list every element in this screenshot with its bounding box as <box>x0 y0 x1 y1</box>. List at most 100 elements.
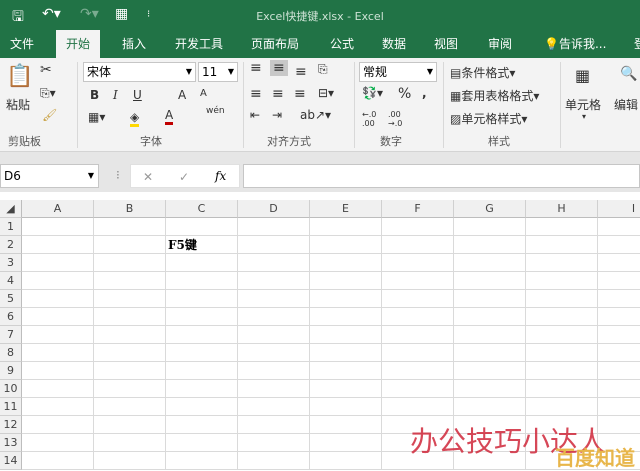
cell-G8[interactable] <box>454 344 526 362</box>
cell-G11[interactable] <box>454 398 526 416</box>
cell-B13[interactable] <box>94 434 166 452</box>
cell-B10[interactable] <box>94 380 166 398</box>
row-header-9[interactable]: 9 <box>0 362 22 380</box>
paste-button[interactable]: 粘贴 <box>6 96 30 113</box>
cell-H4[interactable] <box>526 272 598 290</box>
row-header-4[interactable]: 4 <box>0 272 22 290</box>
column-header-H[interactable]: H <box>526 200 598 218</box>
row-header-6[interactable]: 6 <box>0 308 22 326</box>
tab-formulas[interactable]: 公式 <box>322 30 362 58</box>
column-header-G[interactable]: G <box>454 200 526 218</box>
cell-G5[interactable] <box>454 290 526 308</box>
cell-C11[interactable] <box>166 398 238 416</box>
font-name-select[interactable]: 宋体 ▼ <box>83 62 196 82</box>
cell-D4[interactable] <box>238 272 310 290</box>
orientation-icon[interactable]: ab↗▾ <box>300 108 331 122</box>
wrap-text-icon[interactable]: ⎘ <box>318 62 328 77</box>
column-header-D[interactable]: D <box>238 200 310 218</box>
cell-F2[interactable] <box>382 236 454 254</box>
cell-B3[interactable] <box>94 254 166 272</box>
conditional-format-button[interactable]: ▤条件格式▾ <box>450 64 515 81</box>
grow-font-button[interactable]: A <box>178 88 186 102</box>
tab-page-layout[interactable]: 页面布局 <box>243 30 307 58</box>
cell-D10[interactable] <box>238 380 310 398</box>
cell-A6[interactable] <box>22 308 94 326</box>
enter-icon[interactable]: ✓ <box>179 168 189 186</box>
increase-decimal-button[interactable]: ←.0 .00 <box>362 110 380 128</box>
cell-A13[interactable] <box>22 434 94 452</box>
merge-icon[interactable]: ⊟▾ <box>318 86 334 100</box>
column-header-F[interactable]: F <box>382 200 454 218</box>
cut-icon[interactable]: ✂ <box>40 62 52 78</box>
cell-A12[interactable] <box>22 416 94 434</box>
row-header-5[interactable]: 5 <box>0 290 22 308</box>
cell-A11[interactable] <box>22 398 94 416</box>
cell-D2[interactable] <box>238 236 310 254</box>
cell-F9[interactable] <box>382 362 454 380</box>
cell-E6[interactable] <box>310 308 382 326</box>
row-header-12[interactable]: 12 <box>0 416 22 434</box>
cell-B14[interactable] <box>94 452 166 470</box>
cell-A5[interactable] <box>22 290 94 308</box>
cell-B12[interactable] <box>94 416 166 434</box>
tab-home[interactable]: 开始 <box>56 30 101 58</box>
cell-E13[interactable] <box>310 434 382 452</box>
cell-A3[interactable] <box>22 254 94 272</box>
number-format-select[interactable]: 常规 ▼ <box>359 62 437 82</box>
cell-F1[interactable] <box>382 218 454 236</box>
tab-review[interactable]: 审阅 <box>480 30 520 58</box>
cell-C1[interactable] <box>166 218 238 236</box>
tab-view[interactable]: 视图 <box>426 30 466 58</box>
cell-E10[interactable] <box>310 380 382 398</box>
cell-F7[interactable] <box>382 326 454 344</box>
cell-A2[interactable] <box>22 236 94 254</box>
cell-C12[interactable] <box>166 416 238 434</box>
cell-I4[interactable] <box>598 272 640 290</box>
cell-E1[interactable] <box>310 218 382 236</box>
shrink-font-button[interactable]: A <box>200 88 207 99</box>
align-center-icon[interactable]: ≡ <box>272 86 284 102</box>
cell-F4[interactable] <box>382 272 454 290</box>
column-header-C[interactable]: C <box>166 200 238 218</box>
cell-I1[interactable] <box>598 218 640 236</box>
cell-G2[interactable] <box>454 236 526 254</box>
fill-color-icon[interactable]: ◈ <box>130 110 140 127</box>
name-box[interactable]: D6 ▼ <box>0 164 99 188</box>
border-icon[interactable]: ▦▾ <box>88 110 105 124</box>
cell-C13[interactable] <box>166 434 238 452</box>
cell-A8[interactable] <box>22 344 94 362</box>
cell-B5[interactable] <box>94 290 166 308</box>
row-header-3[interactable]: 3 <box>0 254 22 272</box>
select-all-corner[interactable]: ◢ <box>0 200 22 218</box>
cell-I2[interactable] <box>598 236 640 254</box>
cell-E7[interactable] <box>310 326 382 344</box>
align-top-icon[interactable]: ≡ <box>250 60 262 76</box>
cell-D6[interactable] <box>238 308 310 326</box>
cell-I6[interactable] <box>598 308 640 326</box>
row-header-8[interactable]: 8 <box>0 344 22 362</box>
tab-data[interactable]: 数据 <box>374 30 414 58</box>
cell-H1[interactable] <box>526 218 598 236</box>
cell-B6[interactable] <box>94 308 166 326</box>
italic-button[interactable]: I <box>113 88 118 102</box>
column-header-E[interactable]: E <box>310 200 382 218</box>
comma-button[interactable]: , <box>422 86 427 100</box>
tab-file[interactable]: 文件 <box>2 30 42 58</box>
cell-C7[interactable] <box>166 326 238 344</box>
cell-A4[interactable] <box>22 272 94 290</box>
cell-D12[interactable] <box>238 416 310 434</box>
cell-B9[interactable] <box>94 362 166 380</box>
row-header-10[interactable]: 10 <box>0 380 22 398</box>
row-header-2[interactable]: 2 <box>0 236 22 254</box>
row-header-14[interactable]: 14 <box>0 452 22 470</box>
cell-E11[interactable] <box>310 398 382 416</box>
cell-F3[interactable] <box>382 254 454 272</box>
formula-input[interactable] <box>243 164 640 188</box>
cell-A9[interactable] <box>22 362 94 380</box>
cell-H7[interactable] <box>526 326 598 344</box>
cell-H6[interactable] <box>526 308 598 326</box>
cell-H11[interactable] <box>526 398 598 416</box>
cell-G7[interactable] <box>454 326 526 344</box>
cell-F6[interactable] <box>382 308 454 326</box>
cell-H5[interactable] <box>526 290 598 308</box>
